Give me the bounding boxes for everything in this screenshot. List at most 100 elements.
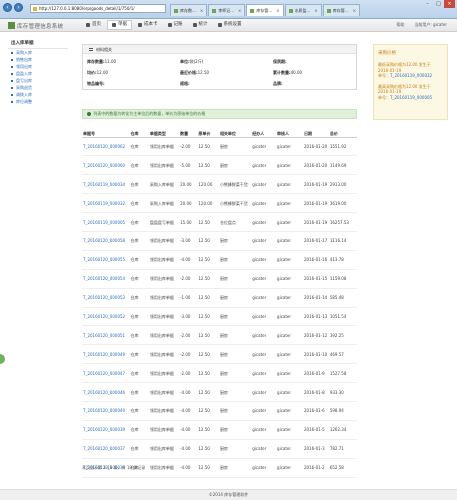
info-field: 品牌:	[273, 81, 362, 86]
column-header[interactable]: 经办人	[251, 128, 277, 138]
menu-item-0[interactable]: 首页	[82, 20, 105, 30]
table-cell: gicater	[276, 439, 303, 459]
document-link[interactable]: T_20160120_000058	[82, 231, 130, 251]
document-link[interactable]: T_20160120_000052	[82, 307, 130, 327]
close-tab-icon[interactable]: ×	[314, 5, 317, 16]
menu-item-3[interactable]: 记账	[164, 20, 187, 30]
document-link[interactable]: T_20160119_000005	[390, 95, 432, 100]
document-link[interactable]: T_20160119_000032	[390, 73, 432, 78]
sidebar-item[interactable]: 采购入库	[8, 49, 68, 56]
table-cell: -3.00	[179, 307, 198, 327]
table-cell: -2.00	[179, 269, 198, 289]
table-cell: 2016-01-19	[302, 193, 329, 214]
document-link[interactable]: T_20160119_000034	[82, 174, 130, 195]
sidebar-item[interactable]: 领用出库	[8, 63, 68, 70]
document-link[interactable]: T_20160120_000062	[82, 137, 130, 157]
menu-item-5[interactable]: 系统设置	[214, 20, 246, 30]
field-label: 库存数量:	[87, 59, 105, 64]
document-link[interactable]: T_20160120_000047	[82, 363, 130, 384]
table-cell: 仓位盘点	[218, 212, 252, 232]
browser-tab[interactable]: 李师记... ×	[208, 4, 246, 16]
table-cell: -2.00	[179, 344, 198, 365]
user-area: 帮助 当前用户: gicater	[396, 22, 447, 28]
document-link[interactable]: T_20160120_000051	[82, 325, 130, 346]
document-link[interactable]: T_20160120_000046	[82, 382, 130, 402]
home-icon	[86, 23, 90, 27]
side-handle[interactable]	[0, 354, 5, 364]
table-cell: 仓库	[129, 325, 149, 346]
tab-strip: 库存数... × 李师记... × 库存管... × 水质监... × 库存管... ×	[170, 4, 360, 16]
browser-tab[interactable]: 水质监... ×	[284, 4, 322, 16]
table-cell: gicater	[251, 231, 277, 251]
table-cell: 1116.14	[328, 231, 357, 251]
document-link[interactable]: T_20160120_000053	[82, 288, 130, 308]
table-cell: 领用出库单据	[148, 420, 180, 440]
help-link[interactable]: 帮助	[396, 22, 404, 28]
column-header[interactable]: 审核人	[276, 128, 303, 138]
browser-tab[interactable]: 库存管... ×	[246, 4, 284, 16]
table-cell: gicater	[276, 325, 303, 346]
close-tab-icon[interactable]: ×	[200, 5, 203, 16]
table-cell: 仓库	[129, 269, 149, 289]
table-cell: 厨房	[218, 325, 252, 346]
document-link[interactable]: T_20160120_000040	[82, 401, 130, 421]
field-label: 累计数量:	[273, 70, 291, 75]
table-cell: 厨房	[218, 439, 252, 459]
document-link[interactable]: T_20160120_000054	[82, 269, 130, 289]
document-link[interactable]: T_20160119_000005	[82, 212, 130, 232]
address-bar[interactable]: http://127.0.0.1:8080/erp/goods_detail/1…	[30, 4, 166, 13]
document-link[interactable]: T_20160120_000055	[82, 250, 130, 270]
table-cell: 厨房	[218, 288, 252, 308]
close-tab-icon[interactable]: ×	[238, 5, 241, 16]
column-header[interactable]: 单据号	[82, 128, 130, 138]
table-cell: -4.00	[179, 458, 198, 478]
minimize-icon[interactable]: –	[422, 0, 433, 8]
browser-tab[interactable]: 库存管... ×	[322, 4, 360, 16]
document-link[interactable]: T_20160120_000039	[82, 420, 130, 440]
sidebar-item[interactable]: 调拨入库	[8, 91, 68, 98]
table-cell: 仓库	[129, 250, 149, 270]
table-cell: 782.71	[328, 439, 357, 459]
sidebar-item[interactable]: 销售出库	[8, 56, 68, 63]
current-user[interactable]: 当前用户: gicater	[414, 22, 447, 28]
gear-icon	[217, 23, 222, 27]
column-header[interactable]: 日期	[302, 128, 329, 138]
close-tab-icon[interactable]: ×	[353, 5, 356, 16]
table-cell: 15.00	[179, 212, 198, 232]
back-button[interactable]: ‹	[3, 3, 12, 12]
document-link[interactable]: T_20160119_000032	[82, 193, 130, 214]
maximize-icon[interactable]: □	[433, 0, 444, 8]
panel-title: 材料相关	[96, 47, 112, 52]
sidebar-item[interactable]: 采购退货	[8, 84, 68, 91]
brand[interactable]: 库存管理信息系统	[8, 22, 63, 30]
close-icon[interactable]: ×	[444, 0, 455, 8]
column-header[interactable]: 单据类型	[148, 128, 180, 138]
column-header[interactable]: 总价	[328, 128, 357, 138]
info-grid: 库存数量:11.00 单位:袋(2斤) 保质期: 均价:12.00 最近价格:12.50…	[83, 54, 356, 89]
field-value: 12.00	[96, 70, 109, 75]
table-cell: 领用出库单据	[148, 363, 180, 384]
table-cell: -4.00	[179, 250, 198, 270]
document-link[interactable]: T_20160120_000049	[82, 344, 130, 365]
menu-item-2[interactable]: 成本卡	[134, 20, 162, 30]
sidebar-item[interactable]: 盘亏出库	[8, 77, 68, 84]
table-cell: 厨房	[218, 250, 252, 270]
document-link[interactable]: T_20160120_000060	[82, 155, 130, 176]
column-header[interactable]: 相关单位	[218, 128, 252, 138]
table-cell: -2.00	[179, 363, 198, 384]
table-cell: 12.50	[197, 250, 219, 270]
column-header[interactable]: 仓库	[129, 128, 149, 138]
menu-item-4[interactable]: 统计	[189, 20, 212, 30]
table-cell: 12.50	[197, 363, 219, 384]
forward-button[interactable]: ›	[14, 3, 23, 12]
document-link[interactable]: T_20160120_000037	[82, 439, 130, 459]
table-cell: 领用出库单据	[148, 325, 180, 346]
column-header[interactable]: 原单价	[197, 128, 219, 138]
table-cell: 12.50	[197, 439, 219, 459]
sidebar-item[interactable]: 盘盈入库	[8, 70, 68, 77]
column-header[interactable]: 数量	[179, 128, 198, 138]
close-tab-icon[interactable]: ×	[276, 5, 279, 16]
sidebar-item[interactable]: 库位调整	[8, 98, 68, 105]
menu-item-1[interactable]: 单据	[107, 20, 132, 30]
browser-tab[interactable]: 库存数... ×	[170, 4, 208, 16]
